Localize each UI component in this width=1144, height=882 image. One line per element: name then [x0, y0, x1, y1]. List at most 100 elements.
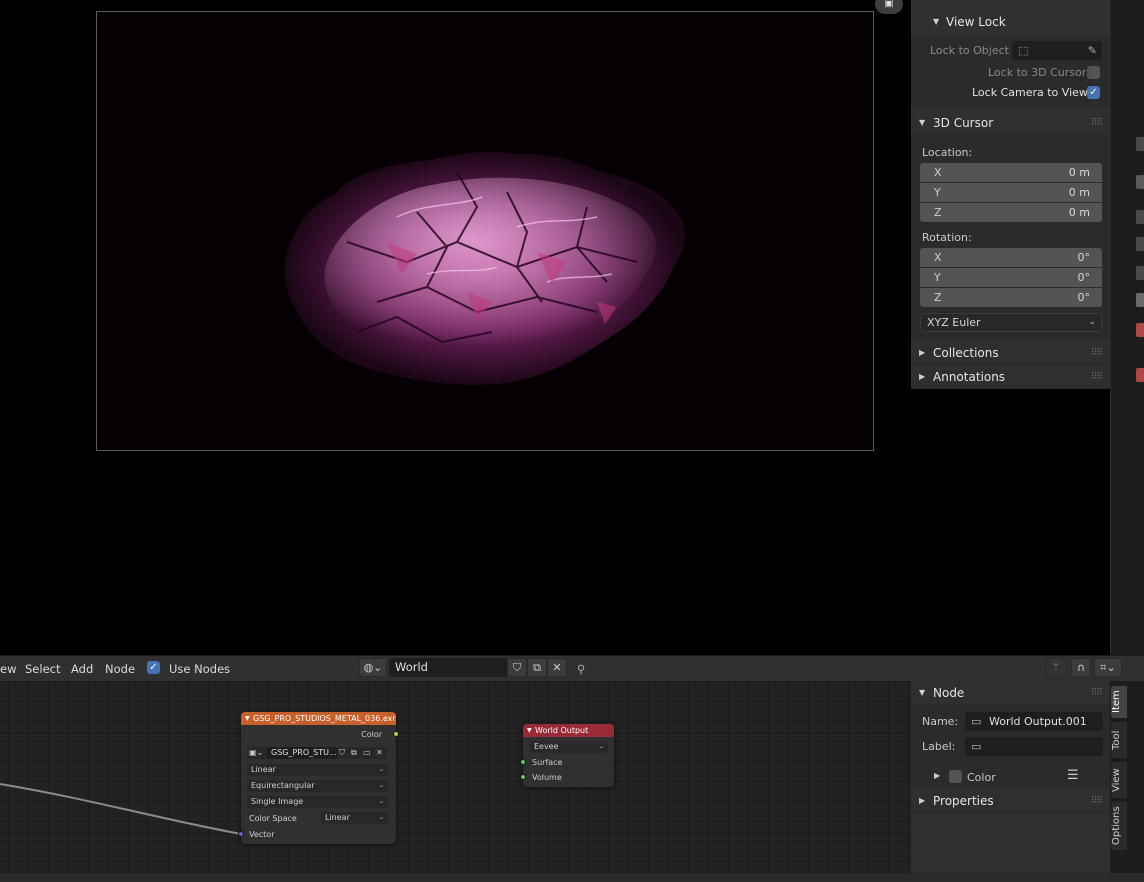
- fake-user-shield-icon[interactable]: ⛉: [337, 747, 349, 759]
- node-panel-header[interactable]: ▼ Node ⠿⠿: [911, 681, 1110, 705]
- menu-node[interactable]: Node: [105, 662, 135, 676]
- menu-add[interactable]: Add: [71, 662, 93, 676]
- tab-icon[interactable]: [1136, 210, 1144, 224]
- rotation-x-field[interactable]: X 0°: [920, 248, 1102, 267]
- axis-label: X: [934, 251, 942, 264]
- volume-input-label: Volume: [532, 773, 562, 782]
- menu-view[interactable]: ew: [0, 662, 16, 676]
- use-custom-color-checkbox[interactable]: [949, 770, 962, 783]
- tab-icon[interactable]: [1136, 368, 1144, 382]
- projection-dropdown[interactable]: Equirectangular ⌄: [247, 780, 388, 792]
- annotations-header[interactable]: ▶ Annotations ⠿⠿: [911, 365, 1110, 389]
- axis-label: Z: [934, 291, 942, 304]
- color-presets-list-icon[interactable]: ☰: [1067, 768, 1079, 783]
- image-browse-icon[interactable]: ▣⌄: [247, 747, 267, 759]
- open-folder-icon[interactable]: ▭: [361, 747, 373, 759]
- lock-camera-to-view-checkbox[interactable]: ✓: [1087, 86, 1100, 99]
- fake-user-shield-icon[interactable]: ⛉: [507, 658, 527, 677]
- location-label: Location:: [922, 146, 973, 159]
- rendered-metal-object: [284, 152, 686, 385]
- tab-icon[interactable]: [1136, 293, 1144, 307]
- color-space-dropdown[interactable]: Linear ⌄: [321, 812, 388, 824]
- lock-to-3d-cursor-checkbox[interactable]: [1087, 66, 1100, 79]
- location-z-value: 0 m: [1068, 206, 1090, 219]
- node-label-field[interactable]: ▭: [965, 737, 1103, 756]
- drag-grip-icon[interactable]: ⠿⠿: [1091, 111, 1103, 135]
- pin-icon[interactable]: ⚲: [577, 662, 585, 676]
- properties-panel-header[interactable]: ▶ Properties ⠿⠿: [911, 789, 1110, 813]
- parent-node-tree-icon[interactable]: ⇡: [1046, 658, 1066, 677]
- node-icon: ▭: [971, 715, 982, 728]
- node-title: World Output: [535, 726, 589, 735]
- node-name-field[interactable]: ▭ World Output.001: [965, 712, 1103, 731]
- lock-to-3d-cursor-label: Lock to 3D Cursor: [988, 66, 1087, 79]
- node-panel-title: Node: [933, 686, 965, 700]
- chevron-down-icon: ⌄: [598, 743, 604, 750]
- eyedropper-icon[interactable]: ✎: [1088, 41, 1097, 60]
- drag-grip-icon[interactable]: ⠿⠿: [1091, 341, 1103, 365]
- drag-grip-icon[interactable]: ⠿⠿: [1091, 789, 1103, 813]
- chevron-down-icon: ⌄: [378, 782, 384, 789]
- close-icon[interactable]: ✕: [547, 658, 567, 677]
- location-z-field[interactable]: Z 0 m: [920, 203, 1102, 222]
- close-icon[interactable]: ✕: [373, 747, 387, 759]
- lock-to-object-label: Lock to Object: [930, 44, 1009, 57]
- expand-arrow-icon: ▼: [933, 17, 940, 26]
- axis-label: Y: [934, 271, 941, 284]
- snap-mode-icon[interactable]: ⌗⌄: [1094, 658, 1122, 677]
- 3d-cursor-title: 3D Cursor: [933, 116, 994, 130]
- name-label: Name:: [922, 715, 959, 728]
- drag-grip-icon[interactable]: ⠿⠿: [1091, 365, 1103, 389]
- vector-input-label: Vector: [249, 830, 275, 839]
- node-link: [0, 783, 242, 835]
- tab-options[interactable]: Options: [1111, 802, 1127, 850]
- rotation-y-field[interactable]: Y 0°: [920, 268, 1102, 287]
- world-browse-icon[interactable]: ◍⌄: [359, 658, 387, 677]
- drag-grip-icon[interactable]: ⠿⠿: [1091, 681, 1103, 705]
- snap-icon[interactable]: ∩: [1071, 658, 1091, 677]
- tab-view[interactable]: View: [1111, 762, 1127, 798]
- world-output-node[interactable]: ▼ World Output Eevee ⌄ Surface Volume: [520, 724, 614, 787]
- render-target-dropdown[interactable]: Eevee ⌄: [530, 741, 608, 753]
- duplicate-icon[interactable]: ⧉: [349, 747, 361, 759]
- interpolation-dropdown[interactable]: Linear ⌄: [247, 764, 388, 776]
- tab-icon[interactable]: [1136, 137, 1144, 151]
- rotation-x-value: 0°: [1077, 251, 1091, 264]
- color-output-socket[interactable]: [393, 731, 399, 737]
- tab-icon[interactable]: [1136, 175, 1144, 189]
- lock-to-object-field[interactable]: ⬚ ✎: [1012, 41, 1102, 60]
- volume-input-socket[interactable]: [520, 774, 526, 780]
- tab-icon[interactable]: [1136, 323, 1144, 337]
- environment-texture-node[interactable]: ▼ GSG_PRO_STUDIOS_METAL_036.exr Color ▣⌄…: [238, 712, 399, 844]
- location-y-value: 0 m: [1068, 186, 1090, 199]
- location-y-field[interactable]: Y 0 m: [920, 183, 1102, 202]
- vector-input-socket[interactable]: [238, 831, 244, 837]
- expand-arrow-icon[interactable]: ▶: [934, 771, 940, 780]
- source-dropdown[interactable]: Single Image ⌄: [247, 796, 388, 808]
- tab-item[interactable]: Item: [1111, 686, 1127, 718]
- view-lock-header[interactable]: ▼ View Lock: [911, 10, 1110, 34]
- rotation-mode-dropdown[interactable]: XYZ Euler ⌄: [920, 313, 1102, 332]
- rotation-z-field[interactable]: Z 0°: [920, 288, 1102, 307]
- tab-icon[interactable]: [1136, 266, 1144, 280]
- use-nodes-checkbox[interactable]: ✓: [147, 661, 160, 674]
- render-target-value: Eevee: [534, 742, 559, 751]
- surface-input-socket[interactable]: [520, 759, 526, 765]
- axis-label: X: [934, 166, 942, 179]
- node-title-bar[interactable]: ▼ GSG_PRO_STUDIOS_METAL_036.exr: [241, 712, 396, 725]
- collapse-arrow-icon[interactable]: ▼: [527, 724, 532, 737]
- tab-tool[interactable]: Tool: [1111, 722, 1127, 758]
- 3d-cursor-header[interactable]: ▼ 3D Cursor ⠿⠿: [911, 111, 1110, 135]
- rotation-z-value: 0°: [1077, 291, 1091, 304]
- image-name-field[interactable]: GSG_PRO_STU...: [267, 747, 337, 759]
- node-title-bar[interactable]: ▼ World Output: [523, 724, 614, 737]
- tab-icon[interactable]: [1136, 237, 1144, 251]
- location-x-field[interactable]: X 0 m: [920, 163, 1102, 182]
- collections-header[interactable]: ▶ Collections ⠿⠿: [911, 341, 1110, 365]
- interpolation-value: Linear: [251, 765, 276, 774]
- camera-icon[interactable]: ▣: [875, 0, 903, 14]
- menu-select[interactable]: Select: [25, 662, 60, 676]
- collapse-arrow-icon[interactable]: ▼: [245, 712, 250, 725]
- duplicate-icon[interactable]: ⧉: [527, 658, 547, 677]
- world-name-field[interactable]: World: [389, 658, 507, 677]
